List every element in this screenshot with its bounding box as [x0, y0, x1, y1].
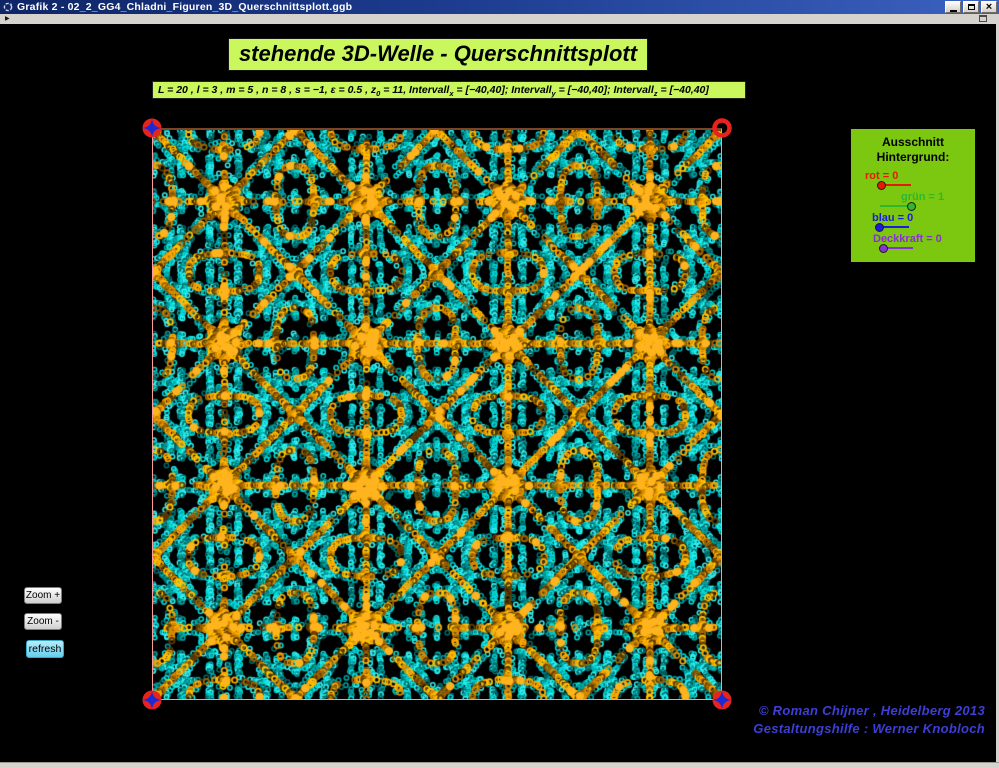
menu-strip: ▶ — [0, 14, 996, 24]
slider-knob-gruen[interactable] — [907, 202, 916, 211]
panel-title-hintergrund: Hintergrund: — [851, 150, 975, 165]
slider-knob-deckkraft[interactable] — [879, 244, 888, 253]
graphics-view — [152, 128, 722, 700]
slider-knob-blau[interactable] — [875, 223, 884, 232]
credits: © Roman Chijner , Heidelberg 2013 Gestal… — [753, 702, 985, 738]
window-titlebar[interactable]: Grafik 2 - 02_2_GG4_Chladni_Figuren_3D_Q… — [0, 0, 999, 14]
restore-button[interactable] — [963, 1, 979, 13]
window-bottom-border — [0, 762, 999, 768]
background-panel: Ausschnitt Hintergrund: rot = 0grün = 1b… — [851, 129, 975, 262]
slider-list: rot = 0grün = 1blau = 0Deckkraft = 0 — [851, 170, 975, 254]
zoom-in-button[interactable]: Zoom + — [24, 587, 62, 604]
restore-icon — [968, 4, 975, 10]
zoom-out-button[interactable]: Zoom - — [24, 613, 62, 630]
slider-track-gruen[interactable] — [880, 205, 914, 207]
plot-title: stehende 3D-Welle - Querschnittsplott — [228, 38, 648, 71]
corner-handle-bottom-right[interactable] — [711, 689, 733, 711]
menu-expand-icon[interactable]: ▶ — [5, 16, 10, 22]
corner-handle-bottom-left[interactable] — [141, 689, 163, 711]
close-button[interactable]: × — [981, 1, 997, 13]
minimize-icon — [950, 10, 957, 12]
refresh-button[interactable]: refresh — [26, 640, 64, 658]
slider-label-deckkraft: Deckkraft = 0 — [873, 233, 975, 245]
panel-title-ausschnitt: Ausschnitt — [851, 135, 975, 150]
slider-label-blau: blau = 0 — [872, 212, 975, 224]
credits-line1: © Roman Chijner , Heidelberg 2013 — [753, 702, 985, 720]
chladni-canvas[interactable] — [153, 130, 721, 699]
credits-line2: Gestaltungshilfe : Werner Knobloch — [753, 720, 985, 738]
slider-track-rot[interactable] — [877, 184, 911, 186]
close-icon: × — [986, 2, 992, 12]
parameter-line: L = 20 , l = 3 , m = 5 , n = 8 , s = −1,… — [152, 81, 746, 99]
slider-knob-rot[interactable] — [877, 181, 886, 190]
slider-track-deckkraft[interactable] — [879, 247, 913, 249]
corner-handle-top-right[interactable] — [711, 117, 733, 139]
app-icon — [3, 2, 13, 12]
float-window-icon[interactable] — [979, 15, 987, 22]
minimize-button[interactable] — [945, 1, 961, 13]
corner-handle-top-left[interactable] — [141, 117, 163, 139]
window-title: Grafik 2 - 02_2_GG4_Chladni_Figuren_3D_Q… — [17, 1, 352, 13]
slider-track-blau[interactable] — [875, 226, 909, 228]
